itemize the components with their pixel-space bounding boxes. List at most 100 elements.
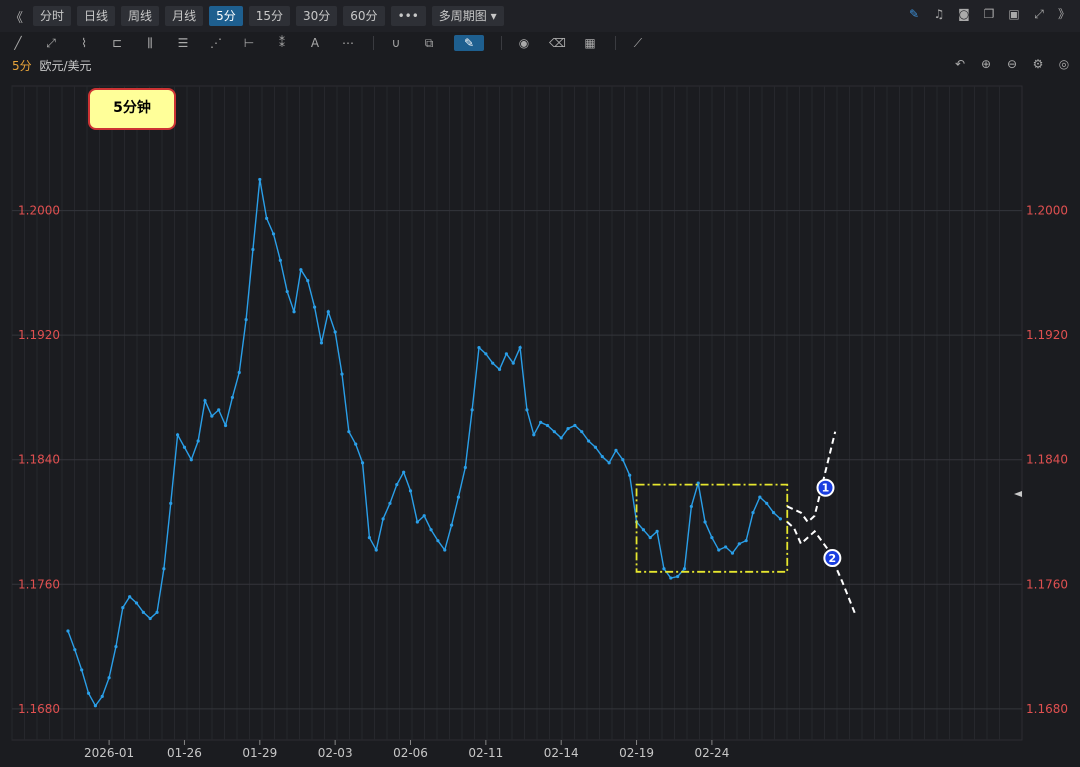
camera-icon[interactable]: ◙ <box>956 6 972 22</box>
magnet-icon[interactable]: ∪ <box>388 35 404 51</box>
period-button-30min[interactable]: 30分 <box>296 6 338 26</box>
price-point <box>422 514 426 518</box>
price-point <box>155 610 159 614</box>
price-point <box>354 442 358 446</box>
price-point <box>771 511 776 515</box>
symbol-timeframe: 5分 <box>12 59 32 73</box>
price-point <box>518 346 522 350</box>
more-periods-button[interactable]: ••• <box>390 6 426 26</box>
monitor-icon[interactable]: ▣ <box>1006 6 1022 22</box>
draw-mode-icon[interactable]: ✎ <box>454 35 484 51</box>
double-chevron-left-icon[interactable]: 《 <box>10 7 23 26</box>
fork-tool-icon[interactable]: ⫼ <box>142 35 158 51</box>
ruler-icon[interactable]: ⟋ <box>630 35 646 51</box>
price-point <box>525 408 529 412</box>
copy-icon[interactable]: ❐ <box>981 6 997 22</box>
price-point <box>545 423 550 428</box>
price-point <box>285 289 289 294</box>
fib-tool-icon[interactable]: ☰ <box>175 35 191 51</box>
price-point <box>258 177 262 182</box>
more-tools-icon[interactable]: ⋯ <box>340 35 356 51</box>
toolbar-divider <box>501 36 502 50</box>
multi-period-dropdown[interactable]: 多周期图 ▾ <box>431 6 504 26</box>
price-point <box>511 361 515 365</box>
price-point <box>162 567 166 571</box>
price-point <box>607 461 611 465</box>
price-point <box>223 423 228 428</box>
zoom-in-icon[interactable]: ⊕ <box>978 56 994 72</box>
ray-tool-icon[interactable]: ⤢ <box>43 35 59 51</box>
bell-icon[interactable]: ♫ <box>931 6 947 22</box>
price-point <box>237 370 241 375</box>
y-tick-label-left: 1.2000 <box>18 204 60 218</box>
double-chevron-right-icon[interactable]: 》 <box>1056 6 1072 22</box>
price-point <box>114 644 118 649</box>
price-chart[interactable]: 1.1680 1.1680 1.1760 1.1760 1.1840 1.1840 1.19… <box>0 80 1080 767</box>
x-tick-label: 01-26 <box>167 746 202 760</box>
price-point <box>566 426 570 431</box>
price-point <box>504 352 508 356</box>
price-point <box>703 520 707 524</box>
period-button-5min[interactable]: 5分 <box>209 6 243 26</box>
settings-icon[interactable]: ⚙ <box>1030 56 1046 72</box>
price-point <box>539 420 543 424</box>
period-button-monthly[interactable]: 月线 <box>165 6 204 26</box>
price-point <box>66 629 70 633</box>
price-point <box>436 539 440 543</box>
price-point <box>217 408 221 412</box>
price-point <box>641 528 646 532</box>
price-point <box>100 694 104 699</box>
price-point <box>552 430 556 434</box>
period-button-weekly[interactable]: 周线 <box>121 6 160 26</box>
price-point <box>244 317 248 322</box>
price-point <box>470 408 474 412</box>
projection-path <box>786 431 837 524</box>
price-point <box>203 398 207 403</box>
text-tool-icon[interactable]: A <box>307 35 323 51</box>
price-point <box>621 458 625 462</box>
polyline-tool-icon[interactable]: ⌇ <box>76 35 92 51</box>
pattern-tool-icon[interactable]: ⁑ <box>274 35 290 51</box>
price-point <box>497 367 502 371</box>
current-price-marker <box>1014 490 1022 497</box>
price-point <box>182 445 187 449</box>
price-point <box>251 247 255 252</box>
price-point <box>374 548 378 552</box>
price-point <box>292 310 296 314</box>
trash-icon[interactable]: ⌫ <box>549 35 566 51</box>
price-point <box>121 606 125 610</box>
fullscreen-icon[interactable]: ⤢ <box>1031 6 1047 22</box>
layers-icon[interactable]: ⧉ <box>421 35 437 51</box>
x-tick-label: 2026-01 <box>84 746 134 760</box>
target-icon[interactable]: ◎ <box>1056 56 1072 72</box>
price-point <box>148 616 152 621</box>
line-tool-icon[interactable]: ╱ <box>10 35 26 51</box>
price-point <box>196 439 200 443</box>
pencil-icon[interactable]: ✎ <box>906 6 922 22</box>
period-button-60min[interactable]: 60分 <box>343 6 385 26</box>
period-button-fenshi[interactable]: 分时 <box>33 6 72 26</box>
channel-tool-icon[interactable]: ⊏ <box>109 35 125 51</box>
price-point <box>107 676 111 680</box>
price-point <box>367 535 371 540</box>
period-button-15min[interactable]: 15分 <box>248 6 290 26</box>
toolbar-divider <box>615 36 616 50</box>
price-point <box>299 268 303 272</box>
undo-icon[interactable]: ↶ <box>952 56 968 72</box>
gann-tool-icon[interactable]: ⋰ <box>208 35 224 51</box>
x-tick-label: 01-29 <box>242 746 277 760</box>
price-point <box>388 501 392 505</box>
eye-icon[interactable]: ◉ <box>516 35 532 51</box>
plot-area-border <box>11 85 1023 741</box>
price-point <box>360 461 365 465</box>
toolbar-divider <box>373 36 374 50</box>
price-point <box>93 704 97 708</box>
price-point <box>80 668 84 672</box>
zoom-out-icon[interactable]: ⊖ <box>1004 56 1020 72</box>
price-point <box>141 610 145 614</box>
period-button-daily[interactable]: 日线 <box>77 6 116 26</box>
measure-tool-icon[interactable]: ⊢ <box>241 35 257 51</box>
price-point <box>169 501 173 505</box>
grid-icon[interactable]: ▦ <box>582 35 598 51</box>
y-tick-label-right: 1.1920 <box>1026 328 1068 342</box>
